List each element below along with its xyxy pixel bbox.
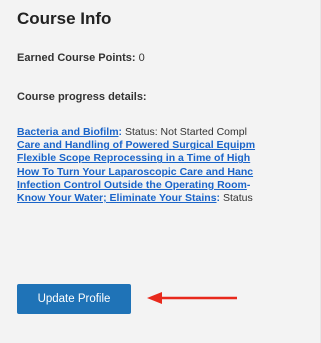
course-separator: - (246, 178, 251, 191)
progress-heading: Course progress details: (17, 91, 147, 103)
course-status: Status (220, 192, 253, 205)
list-item: Infection Control Outside the Operating … (17, 178, 320, 192)
course-link[interactable]: Flexible Scope Reprocessing in a Time of… (17, 152, 250, 164)
list-item: Know Your Water; Eliminate Your Stains: … (17, 192, 320, 205)
arrow-head (147, 292, 162, 304)
earned-points: Earned Course Points: 0 (17, 52, 145, 64)
panel-title: Course Info (17, 9, 112, 28)
earned-points-label: Earned Course Points: (17, 52, 136, 64)
earned-points-value: 0 (138, 52, 145, 64)
course-status: Status: Not Started Compl (122, 126, 247, 138)
annotation-arrow-icon (147, 292, 237, 304)
course-progress-list: Bacteria and Biofilm: Status: Not Starte… (17, 126, 320, 205)
list-item: Flexible Scope Reprocessing in a Time of… (17, 152, 320, 165)
course-link[interactable]: How To Turn Your Laparoscopic Care and H… (17, 166, 253, 178)
course-link[interactable]: Bacteria and Biofilm (17, 126, 119, 138)
course-link[interactable]: Infection Control Outside the Operating … (17, 179, 247, 191)
course-link[interactable]: Care and Handling of Powered Surgical Eq… (17, 139, 255, 151)
course-link[interactable]: Know Your Water; Eliminate Your Stains (17, 192, 217, 204)
course-info-panel: Course Info Earned Course Points: 0 Cour… (0, 0, 321, 343)
list-item: Bacteria and Biofilm: Status: Not Starte… (17, 126, 320, 139)
update-profile-button[interactable]: Update Profile (17, 284, 131, 314)
list-item: How To Turn Your Laparoscopic Care and H… (17, 166, 320, 179)
list-item: Care and Handling of Powered Surgical Eq… (17, 139, 320, 152)
